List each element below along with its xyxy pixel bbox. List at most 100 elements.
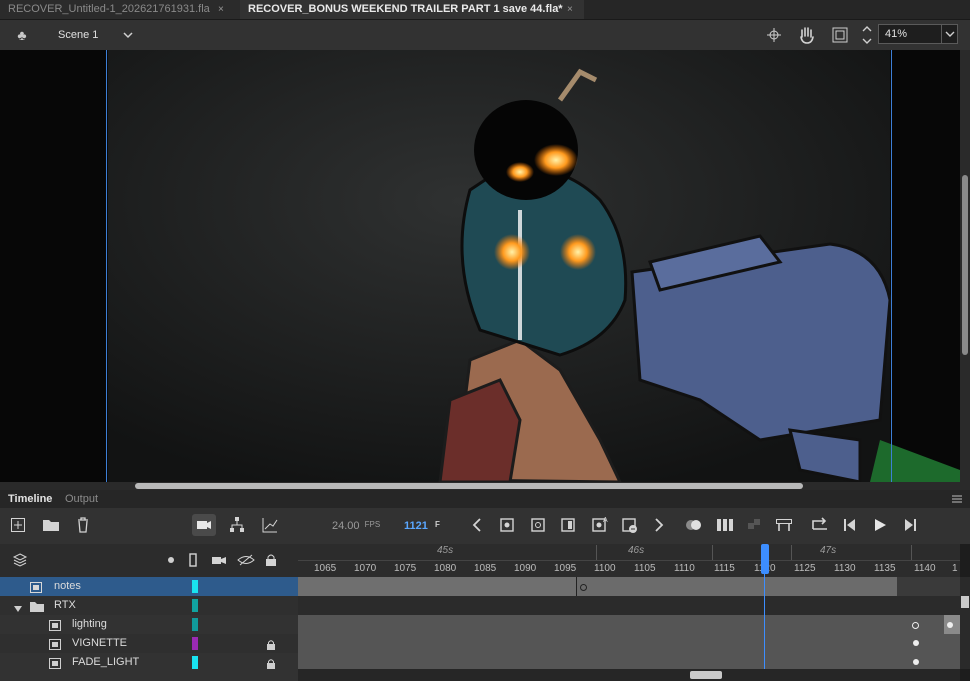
snap-crosshair-icon[interactable]: [764, 25, 784, 45]
frame-span[interactable]: [298, 577, 576, 596]
scene-name[interactable]: Scene 1: [58, 20, 98, 50]
empty-keyframe-marker[interactable]: [912, 622, 919, 629]
delete-layer-icon[interactable]: [76, 516, 90, 534]
layer-color-swatch[interactable]: [192, 599, 198, 612]
frames-track-rtx: [298, 596, 960, 615]
chevron-down-icon[interactable]: [120, 27, 136, 43]
keyframe-marker[interactable]: [913, 640, 919, 646]
frames-track-lighting[interactable]: [298, 615, 960, 634]
visibility-eye-icon[interactable]: [237, 553, 255, 567]
close-tab-icon[interactable]: ×: [567, 0, 573, 19]
lock-icon[interactable]: [266, 657, 276, 669]
clear-keyframe-icon[interactable]: [621, 517, 639, 535]
tab-output[interactable]: Output: [65, 490, 98, 508]
scene-clubs-icon[interactable]: ♣: [12, 20, 32, 50]
stage-canvas[interactable]: [0, 50, 960, 482]
edit-multiple-frames-icon[interactable]: [716, 517, 734, 533]
svg-text:A: A: [603, 517, 608, 524]
frame-tick-label: 1105: [634, 563, 656, 574]
loop-range-icon[interactable]: [775, 517, 793, 533]
layer-color-swatch[interactable]: [192, 637, 198, 650]
new-layer-icon[interactable]: [10, 517, 26, 533]
layer-row-notes[interactable]: notes: [0, 577, 298, 596]
timeline-horizontal-scrollbar[interactable]: [298, 669, 960, 681]
timeline-vertical-scroll-thumb[interactable]: [961, 596, 969, 608]
timeline-vertical-scrollbar[interactable]: [960, 577, 970, 669]
attach-camera-icon[interactable]: [210, 552, 230, 568]
layer-icon: [49, 619, 61, 631]
stage-vertical-scroll-thumb[interactable]: [962, 175, 968, 355]
layer-row-fade-light[interactable]: FADE_LIGHT: [0, 653, 298, 672]
frame-tick-label: 1140: [914, 563, 936, 574]
play-icon[interactable]: [872, 517, 888, 533]
timeline-horizontal-scroll-thumb[interactable]: [690, 671, 722, 679]
frame-tick-label: 1090: [514, 563, 537, 574]
zoom-dropdown-button[interactable]: [942, 24, 958, 44]
new-folder-icon[interactable]: [42, 517, 60, 533]
frame-tick-label: 1135: [874, 563, 896, 574]
outline-view-icon[interactable]: [189, 553, 197, 567]
frames-track-vignette[interactable]: [298, 634, 960, 653]
empty-keyframe-marker[interactable]: [580, 584, 587, 591]
playhead-handle[interactable]: [761, 544, 769, 574]
loop-playback-icon[interactable]: [810, 516, 830, 534]
insert-keyframe-icon[interactable]: [499, 517, 515, 533]
frame-tick-label: 1125: [794, 563, 816, 574]
frame-tick-label: 1070: [354, 563, 377, 574]
layer-row-rtx[interactable]: RTX: [0, 596, 298, 615]
seconds-label: 46s: [628, 545, 645, 556]
seconds-label: 47s: [820, 545, 837, 556]
layer-icon: [49, 657, 61, 669]
step-back-icon[interactable]: [842, 517, 858, 533]
insert-frame-icon[interactable]: [560, 517, 576, 533]
stage-horizontal-scroll-thumb[interactable]: [135, 483, 803, 489]
ruler-divider: [298, 560, 960, 561]
highlight-dot-icon[interactable]: [168, 557, 174, 563]
frame-tick-label: 1075: [394, 563, 417, 574]
auto-keyframe-icon[interactable]: A: [591, 515, 609, 533]
camera-icon[interactable]: [192, 514, 216, 536]
next-keyframe-icon[interactable]: [652, 517, 666, 533]
clip-stage-icon[interactable]: [830, 25, 850, 45]
zoom-input[interactable]: 41%: [878, 24, 942, 44]
fps-value: 24.00: [332, 520, 360, 532]
previous-keyframe-icon[interactable]: [470, 517, 484, 533]
folder-expand-icon[interactable]: [13, 601, 23, 612]
keyframe-marker[interactable]: [913, 659, 919, 665]
fps-display[interactable]: 24.00 FPS: [332, 520, 380, 532]
layer-name: FADE_LIGHT: [72, 656, 140, 668]
hand-icon[interactable]: [796, 25, 818, 45]
layer-row-lighting[interactable]: lighting: [0, 615, 298, 634]
current-frame-display[interactable]: 1121 F: [404, 520, 440, 532]
frame-tick-label: 1085: [474, 563, 497, 574]
layer-color-swatch[interactable]: [192, 618, 198, 631]
lock-icon[interactable]: [266, 638, 276, 650]
layers-stack-icon[interactable]: [12, 552, 28, 568]
layer-parenting-icon[interactable]: [228, 516, 246, 534]
doc-tab-bonus-weekend[interactable]: RECOVER_BONUS WEEKEND TRAILER PART 1 sav…: [240, 0, 584, 19]
folder-icon: [30, 600, 44, 612]
step-forward-icon[interactable]: [902, 517, 918, 533]
panel-menu-icon[interactable]: [951, 494, 963, 504]
layer-icon: [30, 581, 42, 593]
frames-track-notes[interactable]: [298, 577, 960, 596]
motion-graph-icon[interactable]: [261, 516, 279, 534]
second-marker: [791, 545, 792, 560]
stage-artwork: [0, 50, 960, 482]
frame-tick-label: 1065: [314, 563, 337, 574]
lock-icon[interactable]: [265, 553, 277, 567]
keyframe-marker[interactable]: [947, 622, 953, 628]
close-tab-icon[interactable]: ×: [218, 0, 224, 19]
stepper-icon[interactable]: [860, 22, 874, 48]
frame-tick-label: 1110: [674, 563, 695, 574]
layer-icon: [49, 638, 61, 650]
frame-tick-label: 1: [952, 563, 958, 574]
layer-row-vignette[interactable]: VIGNETTE: [0, 634, 298, 653]
insert-blank-keyframe-icon[interactable]: [530, 517, 546, 533]
layer-color-swatch[interactable]: [192, 580, 198, 593]
layer-color-swatch[interactable]: [192, 656, 198, 669]
onion-skin-icon[interactable]: [684, 517, 704, 533]
tab-timeline[interactable]: Timeline: [8, 490, 52, 508]
doc-tab-untitled[interactable]: RECOVER_Untitled-1_202621761931.fla ×: [0, 0, 240, 19]
frame-span[interactable]: [576, 577, 897, 596]
